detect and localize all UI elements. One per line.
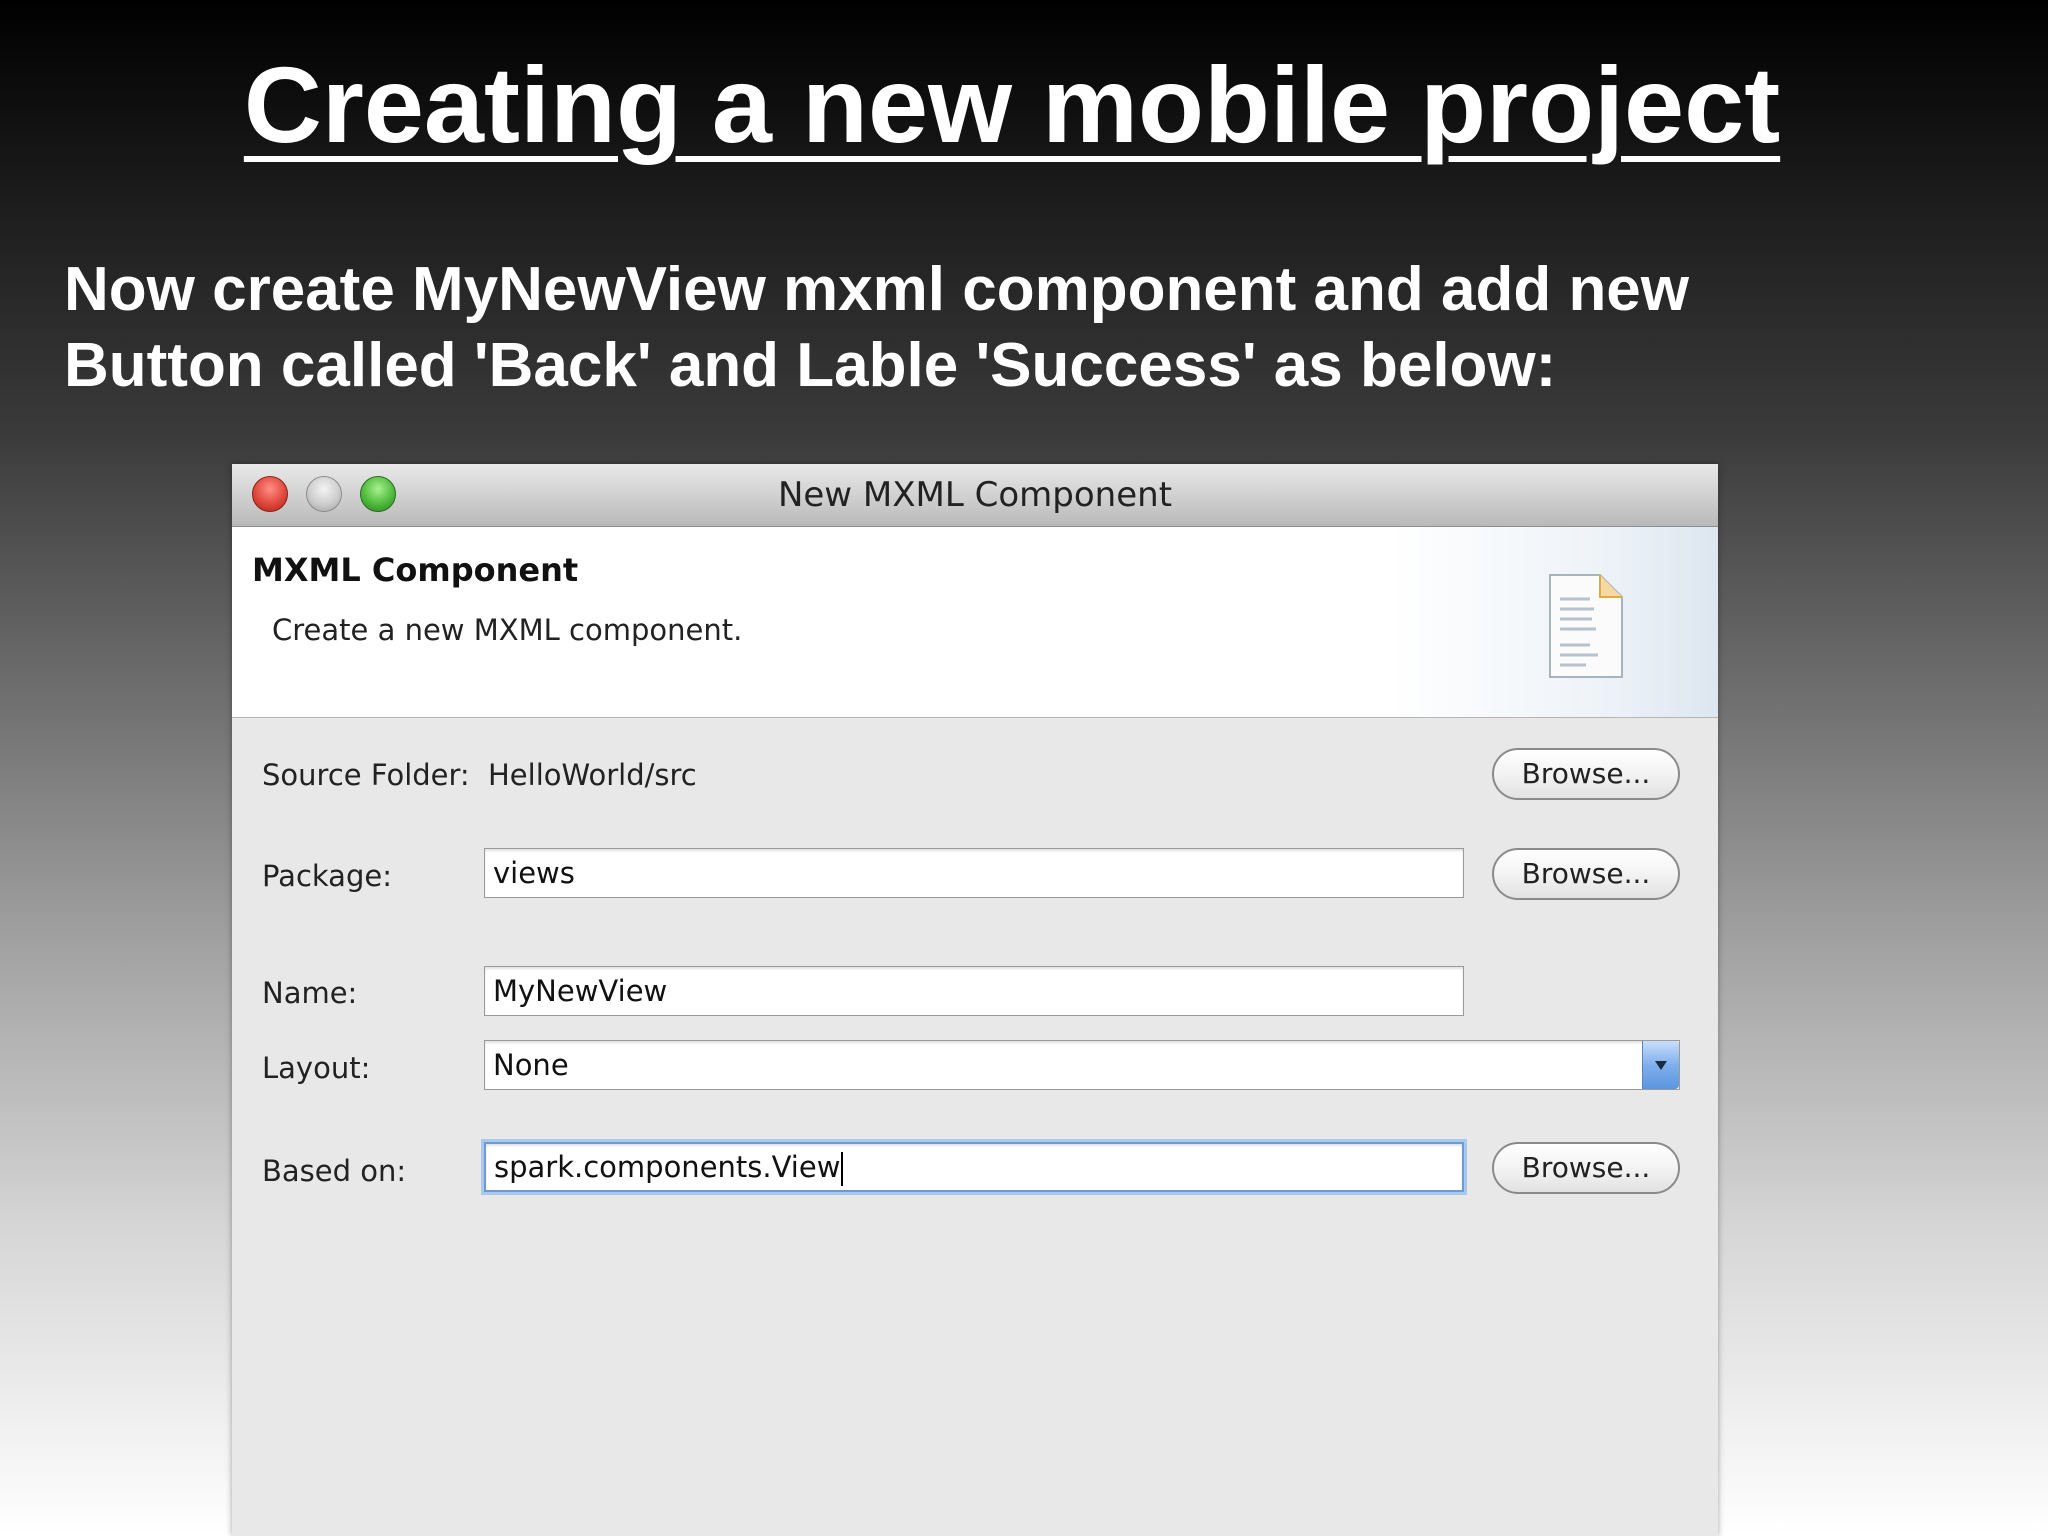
slide-instruction: Now create MyNewView mxml component and … — [64, 252, 1964, 404]
dropdown-arrow-icon — [1655, 1061, 1667, 1070]
window-title: New MXML Component — [777, 475, 1173, 515]
based-on-browse-button[interactable]: Browse... — [1492, 1142, 1680, 1194]
text-cursor — [841, 1152, 844, 1186]
name-input[interactable]: MyNewView — [484, 966, 1464, 1016]
name-label: Name: — [262, 976, 358, 1010]
new-mxml-component-dialog: New MXML Component MXML Component Create… — [232, 464, 1718, 1536]
based-on-input[interactable]: spark.components.View — [484, 1142, 1464, 1192]
wizard-header-description: Create a new MXML component. — [272, 613, 743, 647]
wizard-form: Source Folder: HelloWorld/src Browse... … — [232, 718, 1718, 1536]
layout-label: Layout: — [262, 1051, 371, 1085]
layout-select-value: None — [493, 1048, 569, 1082]
slide-title: Creating a new mobile project — [0, 40, 2048, 170]
based-on-label: Based on: — [262, 1154, 407, 1188]
document-icon — [1549, 574, 1623, 678]
wizard-header-title: MXML Component — [252, 551, 579, 589]
slide-title-text: Creating a new mobile project — [243, 44, 1781, 165]
wizard-header: MXML Component Create a new MXML compone… — [232, 527, 1718, 718]
layout-select[interactable]: None — [484, 1040, 1680, 1090]
source-folder-label: Source Folder: — [262, 758, 470, 792]
source-folder-value: HelloWorld/src — [488, 758, 697, 792]
package-input[interactable]: views — [484, 848, 1464, 898]
package-browse-button[interactable]: Browse... — [1492, 848, 1680, 900]
source-folder-browse-button[interactable]: Browse... — [1492, 748, 1680, 800]
slide-instruction-line-2: Button called 'Back' and Lable 'Success'… — [64, 331, 1557, 400]
based-on-input-value: spark.components.View — [494, 1150, 841, 1184]
window-titlebar[interactable]: New MXML Component — [232, 464, 1718, 527]
package-label: Package: — [262, 859, 392, 893]
slide-instruction-line-1: Now create MyNewView mxml component and … — [64, 255, 1690, 324]
chevron-down-icon[interactable] — [1642, 1041, 1679, 1089]
